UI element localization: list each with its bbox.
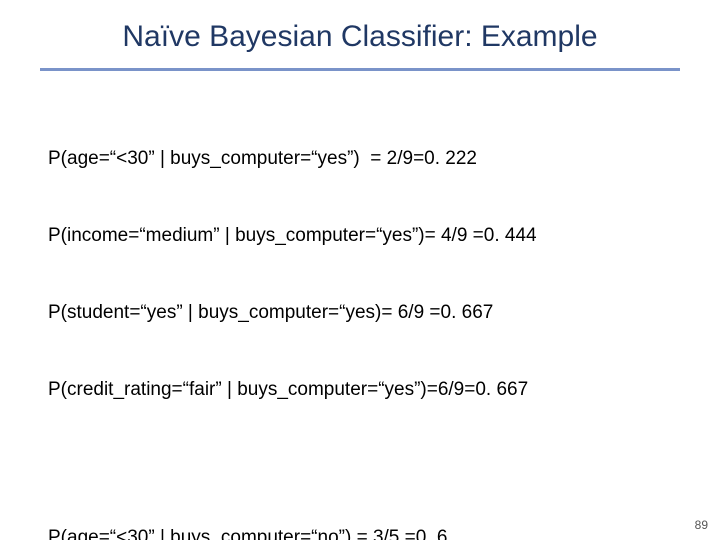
prob-line: P(age=“<30” | buys_computer=“no”) = 3/5 … (48, 525, 672, 540)
prob-group-yes: P(age=“<30” | buys_computer=“yes”) = 2/9… (48, 95, 672, 454)
prob-line: P(income=“medium” | buys_computer=“yes”)… (48, 223, 672, 249)
prob-line: P(credit_rating=“fair” | buys_computer=“… (48, 377, 672, 403)
page-number: 89 (695, 518, 708, 532)
prob-line: P(age=“<30” | buys_computer=“yes”) = 2/9… (48, 146, 672, 172)
slide: Naïve Bayesian Classifier: Example P(age… (0, 0, 720, 540)
prob-line: P(student=“yes” | buys_computer=“yes)= 6… (48, 300, 672, 326)
slide-body: P(age=“<30” | buys_computer=“yes”) = 2/9… (0, 71, 720, 540)
slide-title: Naïve Bayesian Classifier: Example (0, 0, 720, 54)
prob-group-no: P(age=“<30” | buys_computer=“no”) = 3/5 … (48, 474, 672, 540)
